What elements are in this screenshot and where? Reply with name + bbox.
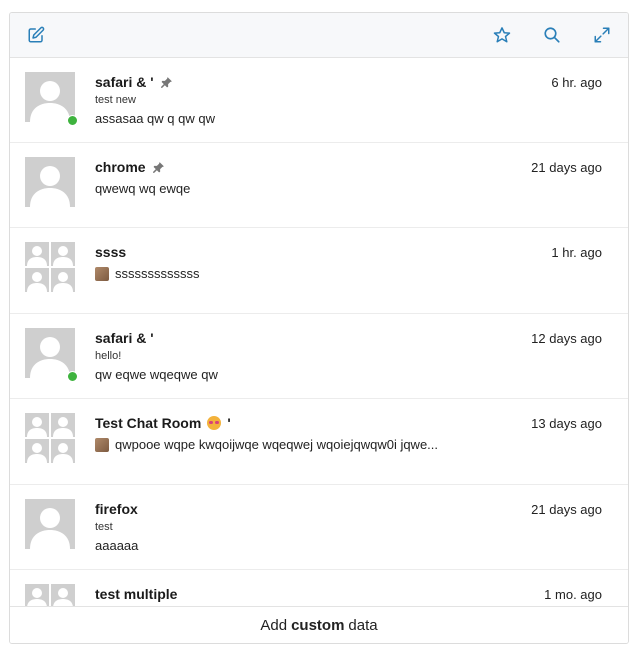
user-placeholder-icon: [30, 166, 70, 207]
last-message: assasaa qw q qw qw: [95, 111, 215, 126]
chat-time: 21 days ago: [531, 502, 602, 517]
chat-title-text: safari & ': [95, 74, 154, 90]
group-avatar: [25, 242, 75, 292]
chat-title: ssss: [95, 244, 126, 260]
chat-list-item[interactable]: test multiple 1 mo. ago sss: [10, 570, 628, 606]
favorites-button[interactable]: [491, 24, 513, 46]
user-placeholder-icon: [53, 417, 73, 437]
chat-title-text: Test Chat Room: [95, 415, 202, 431]
chat-title: firefox: [95, 501, 138, 517]
user-placeholder-icon: [27, 272, 47, 292]
member-avatar: [25, 584, 49, 606]
sender-avatar: [95, 266, 109, 281]
last-message-text: qwpooe wqpe kwqoijwqe wqeqwej wqoiejqwqw…: [115, 437, 439, 452]
avatar: [25, 499, 75, 549]
chat-list-item[interactable]: firefox 21 days ago test aaaaaa: [10, 485, 628, 570]
chat-title: chrome: [95, 159, 165, 175]
chat-list-item[interactable]: chrome 21 days ago qwewq wq ewqe: [10, 143, 628, 228]
chat-title: safari & ': [95, 330, 154, 346]
chat-time: 6 hr. ago: [551, 75, 602, 90]
pin-icon: [152, 161, 164, 173]
chat-time: 13 days ago: [531, 416, 602, 431]
member-avatar: [51, 584, 75, 606]
last-message-sender: test new: [95, 94, 136, 106]
chat-list-item[interactable]: safari & ' 6 hr. ago test new assasaa qw…: [10, 58, 628, 143]
chat-time: 12 days ago: [531, 331, 602, 346]
avatar: [25, 157, 75, 207]
user-placeholder-icon: [53, 588, 73, 606]
online-status-dot: [67, 371, 78, 382]
group-avatar: [25, 413, 75, 463]
last-message: qwewq wq ewqe: [95, 181, 190, 196]
member-avatar: [51, 268, 75, 292]
last-message-text: qwewq wq ewqe: [95, 181, 191, 196]
chat-title: Test Chat Room ': [95, 415, 231, 431]
last-message-text: sssssssssssss: [115, 266, 200, 281]
user-placeholder-icon: [53, 272, 73, 292]
last-message-text: qw eqwe wqeqwe qw: [95, 367, 218, 382]
chat-title: test multiple: [95, 586, 177, 602]
chat-time: 1 hr. ago: [551, 245, 602, 260]
edit-icon: [28, 26, 45, 43]
chat-time: 21 days ago: [531, 160, 602, 175]
member-avatar: [51, 413, 75, 437]
user-placeholder-icon: [53, 443, 73, 463]
chat-title-text: safari & ': [95, 330, 154, 346]
chat-title-text: firefox: [95, 501, 138, 517]
user-placeholder-icon: [30, 337, 70, 378]
member-avatar: [25, 242, 49, 266]
last-message: qwpooe wqpe kwqoijwqe wqeqwej wqoiejqwqw…: [95, 437, 438, 452]
last-message-sender: test: [95, 521, 113, 533]
online-status-dot: [67, 115, 78, 126]
footer-label-suffix: data: [348, 617, 378, 634]
user-placeholder-icon: [30, 81, 70, 122]
star-icon: [493, 27, 511, 43]
search-icon: [544, 27, 560, 43]
chat-list[interactable]: safari & ' 6 hr. ago test new assasaa qw…: [10, 58, 628, 606]
footer-label-prefix: Add: [260, 617, 288, 634]
member-avatar: [51, 439, 75, 463]
pin-icon: [160, 76, 172, 88]
chat-list-item[interactable]: Test Chat Room ' 13 days ago qwpooe wqpe…: [10, 399, 628, 485]
chat-time: 1 mo. ago: [544, 587, 602, 602]
sender-avatar: [95, 437, 109, 452]
chat-title: safari & ': [95, 74, 173, 90]
add-custom-data-button[interactable]: Add custom data: [10, 606, 628, 643]
user-placeholder-icon: [27, 443, 47, 463]
member-avatar: [25, 268, 49, 292]
star-struck-emoji-icon: [207, 416, 222, 430]
member-avatar: [25, 413, 49, 437]
last-message: aaaaaa: [95, 538, 138, 553]
chat-title-text: chrome: [95, 159, 146, 175]
avatar: [25, 328, 75, 378]
last-message-sender: hello!: [95, 350, 122, 362]
search-button[interactable]: [541, 24, 563, 46]
last-message-text: assasaa qw q qw qw: [95, 111, 215, 126]
member-avatar: [51, 242, 75, 266]
user-placeholder-icon: [30, 508, 70, 549]
user-placeholder-icon: [27, 588, 47, 606]
user-placeholder-icon: [53, 246, 73, 266]
user-placeholder-icon: [27, 246, 47, 266]
last-message: sssssssssssss: [95, 266, 200, 281]
chat-list-item[interactable]: ssss 1 hr. ago sssssssssssss: [10, 228, 628, 314]
compose-button[interactable]: [25, 24, 47, 46]
chat-title-text: test multiple: [95, 586, 178, 602]
avatar: [25, 72, 75, 122]
last-message: qw eqwe wqeqwe qw: [95, 367, 218, 382]
toolbar: [10, 13, 628, 58]
chat-title-suffix: ': [227, 415, 231, 431]
expand-button[interactable]: [591, 24, 613, 46]
last-message-text: aaaaaa: [95, 538, 139, 553]
footer-label-bold: custom: [291, 617, 345, 634]
member-avatar: [25, 439, 49, 463]
group-avatar: [25, 584, 75, 606]
user-placeholder-icon: [27, 417, 47, 437]
chat-title-text: ssss: [95, 244, 127, 260]
chat-list-item[interactable]: safari & ' 12 days ago hello! qw eqwe wq…: [10, 314, 628, 399]
expand-icon: [594, 27, 610, 43]
chat-list-panel: safari & ' 6 hr. ago test new assasaa qw…: [9, 12, 629, 644]
